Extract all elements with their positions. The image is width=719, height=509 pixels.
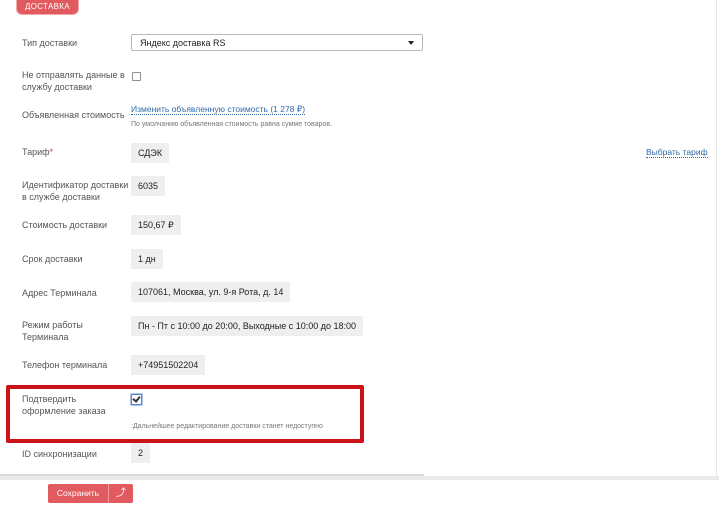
chevron-down-icon [408,41,414,45]
delivery-cost-value: 150,67 ₽ [131,215,181,235]
terminal-phone-label: Телефон терминала [22,360,108,370]
terminal-address-value: 107061, Москва, ул. 9-я Рота, д. 14 [131,282,291,302]
choose-tariff-link[interactable]: Выбрать тариф [646,147,708,158]
delivery-term-value: 1 дн [131,249,163,269]
section-tag: ДОСТАВКА [16,0,79,15]
declared-value-label: Объявленная стоимость [22,110,125,120]
terminal-hours-label: Режим работы Терминала [22,320,83,342]
delivery-type-label: Тип доставки [22,38,78,48]
sync-id-value: 2 [131,443,151,463]
tariff-label-text: Тариф [22,147,50,157]
sync-id-label: ID синхронизации [22,449,97,459]
delivery-id-value: 6035 [131,176,166,196]
arrow-up-icon[interactable]: ⤴ [109,484,133,503]
delivery-type-value: Яндекс доставка RS [140,38,226,48]
delivery-type-select[interactable]: Яндекс доставка RS [131,34,423,51]
delivery-term-label: Срок доставки [22,254,83,264]
panel-border [716,0,717,478]
tariff-value: СДЭК [131,143,170,163]
no-send-label: Не отправлять данные в службу доставки [22,70,125,92]
required-mark: * [49,147,54,157]
terminal-phone-value: +74951502204 [131,355,206,375]
declared-value-hint: По умолчанию объявленная стоимость равна… [131,121,333,128]
tariff-label: Тариф* [22,146,132,158]
save-button[interactable]: Сохранить [48,484,108,503]
terminal-address-label: Адрес Терминала [22,288,97,298]
change-declared-value-link[interactable]: Изменить объявленную стоимость (1 278 ₽) [131,104,306,115]
terminal-hours-value: Пн - Пт с 10:00 до 20:00, Выходные с 10:… [131,316,364,336]
delivery-id-label: Идентификатор доставки в службе доставки [22,180,129,202]
highlight-frame [6,385,364,443]
no-send-checkbox[interactable] [132,72,141,81]
delivery-cost-label: Стоимость доставки [22,220,108,230]
save-button-group: Сохранить ⤴ [48,484,133,503]
